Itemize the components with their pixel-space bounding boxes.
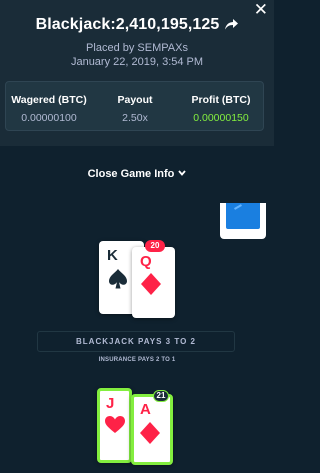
wagered-label: Wagered (BTC) <box>11 94 87 106</box>
dealer-total-badge: 20 <box>145 240 165 252</box>
card-deck <box>220 203 266 239</box>
game-title: Blackjack:2,410,195,125 <box>35 16 220 33</box>
insurance-rule: INSURANCE PAYS 2 TO 1 <box>98 357 176 363</box>
card-rank: K <box>107 247 118 264</box>
player-total-badge: 21 <box>153 390 169 402</box>
player-card-2: A <box>131 394 173 465</box>
player-card-1: J <box>97 388 132 463</box>
wagered-value: 0.00000100 <box>21 112 77 124</box>
game-title-row: Blackjack:2,410,195,125 <box>0 16 274 34</box>
profit-column: Profit (BTC) 0.00000150 <box>178 82 264 130</box>
bet-stats: Wagered (BTC) 0.00000100 Payout 2.50x Pr… <box>5 81 264 131</box>
chevron-down-icon <box>178 170 187 176</box>
payout-value: 2.50x <box>122 112 148 124</box>
close-game-info-button[interactable]: Close Game Info <box>0 168 274 180</box>
diamond-icon <box>140 422 160 444</box>
spade-icon <box>109 269 127 289</box>
bet-date: January 22, 2019, 3:54 PM <box>70 56 204 68</box>
card-rank: Q <box>140 253 152 270</box>
profit-value: 0.00000150 <box>193 112 249 124</box>
card-rank: A <box>140 401 151 418</box>
close-game-info-label: Close Game Info <box>87 168 175 180</box>
diamond-icon <box>141 273 161 295</box>
wagered-column: Wagered (BTC) 0.00000100 <box>6 82 92 130</box>
payout-label: Payout <box>117 94 153 106</box>
share-icon[interactable] <box>225 19 239 30</box>
card-rank: J <box>106 395 115 412</box>
deck-card-back <box>226 203 260 229</box>
heart-icon <box>105 416 125 433</box>
profit-label: Profit (BTC) <box>191 94 251 106</box>
placed-by: Placed by SEMPAXs <box>86 42 188 54</box>
payout-column: Payout 2.50x <box>92 82 178 130</box>
dealer-card-2: Q <box>132 247 175 318</box>
game-info-modal: ✕ Blackjack:2,410,195,125 Placed by SEMP… <box>0 0 274 473</box>
game-header: ✕ Blackjack:2,410,195,125 Placed by SEMP… <box>0 0 274 146</box>
blackjack-payout-rule: BLACKJACK PAYS 3 TO 2 <box>37 331 235 352</box>
